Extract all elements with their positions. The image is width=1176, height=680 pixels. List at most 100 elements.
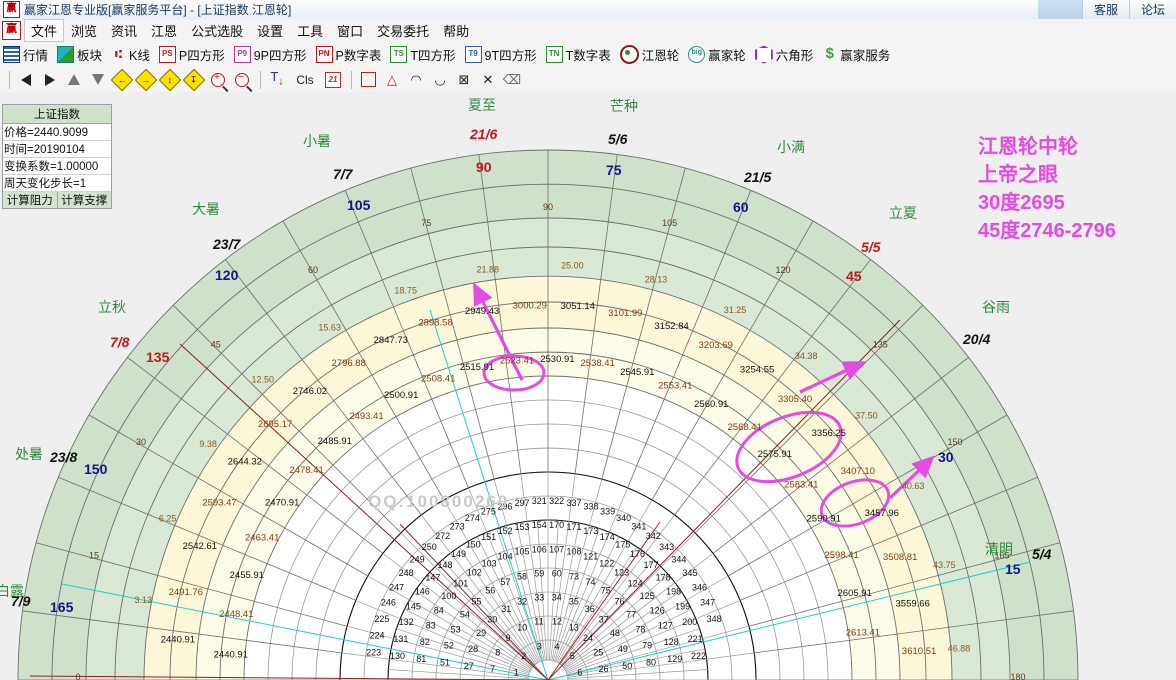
toolbar-button-quotes[interactable]: 行情	[3, 45, 48, 64]
menu-item-news[interactable]: 资讯	[104, 19, 144, 42]
toolbar-button-p-square[interactable]: PS P四方形	[158, 45, 225, 64]
svg-text:3254.55: 3254.55	[740, 364, 774, 375]
gann-wheel-chart[interactable]: 2440.91 2440.91 03 180180165165150150135…	[0, 92, 1176, 680]
toolbar-label-t-square: T四方形	[410, 49, 456, 63]
toolbar-button-sector[interactable]: 板块	[57, 45, 102, 64]
arc2-tool-icon[interactable]: ◡	[429, 70, 451, 90]
rectangle-tool-icon[interactable]	[357, 70, 379, 90]
toolbar-button-t-number-table[interactable]: TN T数字表	[545, 45, 611, 64]
titlebar-button-forum[interactable]: 论坛	[1128, 0, 1176, 19]
svg-text:30: 30	[487, 615, 497, 625]
crossbox-tool-icon[interactable]: ⊠	[453, 70, 475, 90]
calc-resistance-button[interactable]: 计算阻力	[3, 192, 58, 208]
expand-icon[interactable]: ↕	[158, 68, 182, 91]
svg-text:75: 75	[601, 586, 611, 596]
toolbar-button-hexagon[interactable]: 六角形	[754, 45, 813, 64]
blocks-icon	[57, 46, 75, 63]
term-date-lixia: 5/5	[861, 239, 881, 255]
svg-text:2613.41: 2613.41	[846, 628, 880, 639]
term-label-liqiu: 立秋	[98, 299, 126, 315]
term-degree-chushu: 150	[84, 461, 108, 477]
calendar-icon[interactable]: 21	[322, 70, 344, 90]
svg-text:340: 340	[616, 513, 631, 523]
term-date-liqiu: 7/8	[110, 334, 130, 350]
svg-text:55: 55	[471, 597, 481, 607]
svg-text:2455.91: 2455.91	[230, 570, 264, 581]
term-label-mangzhong: 芒种	[610, 98, 638, 114]
toolbar-label-9t-square: 9T四方形	[484, 49, 537, 63]
svg-text:3610.51: 3610.51	[902, 646, 936, 657]
svg-text:221: 221	[688, 634, 703, 644]
calc-support-button[interactable]: 计算支撑	[57, 192, 111, 208]
svg-text:176: 176	[630, 549, 645, 559]
svg-text:2491.76: 2491.76	[169, 587, 203, 598]
menu-item-formula-screen[interactable]: 公式选股	[184, 19, 250, 42]
svg-text:9: 9	[505, 633, 510, 643]
menu-item-trading[interactable]: 交易委托	[370, 19, 436, 42]
svg-text:100: 100	[441, 591, 456, 601]
svg-text:31: 31	[501, 604, 511, 614]
menu-item-settings[interactable]: 设置	[250, 19, 290, 42]
zoom-out-icon[interactable]: −	[231, 70, 253, 90]
menu-item-help[interactable]: 帮助	[436, 19, 476, 42]
triangle-tool-icon[interactable]: △	[381, 70, 403, 90]
svg-text:84: 84	[434, 605, 444, 615]
ps-tag-icon: PS	[158, 46, 176, 63]
next-icon[interactable]	[39, 70, 61, 90]
shift-right-icon[interactable]: →	[134, 68, 158, 91]
zoom-in-icon[interactable]: +	[207, 70, 229, 90]
toolbar-label-t-number-table: T数字表	[565, 49, 611, 63]
svg-text:170: 170	[549, 520, 564, 530]
svg-text:274: 274	[465, 513, 480, 523]
svg-text:51: 51	[440, 658, 450, 668]
svg-text:18.75: 18.75	[394, 285, 417, 295]
scale-icon[interactable]: T↓	[266, 70, 288, 90]
toolbar-button-kline[interactable]: ⑆ K线	[111, 45, 150, 64]
crosshair-tool-icon[interactable]: ✕	[477, 70, 499, 90]
menu-item-browse[interactable]: 浏览	[64, 19, 104, 42]
term-date-guyu: 20/4	[963, 331, 991, 347]
toolbar-button-winner-service[interactable]: $ 赢家服务	[822, 45, 891, 64]
watermark-qq: QQ:100800260	[368, 492, 510, 511]
svg-text:74: 74	[585, 577, 595, 587]
toolbar-button-9p-square[interactable]: P9 9P四方形	[233, 45, 307, 64]
eraser-tool-icon[interactable]: ⌫	[501, 70, 523, 90]
menu-item-window[interactable]: 窗口	[330, 19, 370, 42]
info-panel-buttons: 计算阻力 计算支撑	[3, 192, 111, 208]
svg-text:82: 82	[420, 637, 430, 647]
toolbar-button-gann-wheel[interactable]: 江恩轮	[619, 45, 679, 64]
menu-item-file[interactable]: 文件	[24, 19, 65, 42]
toolbar-button-t-square[interactable]: TS T四方形	[390, 45, 456, 64]
svg-text:2560.91: 2560.91	[694, 399, 728, 410]
svg-text:43.75: 43.75	[933, 560, 956, 570]
toolbar-button-p-number-table[interactable]: PN P数字表	[315, 45, 381, 64]
collapse-icon[interactable]: ↧	[182, 68, 206, 91]
toolbar-button-9t-square[interactable]: T9 9T四方形	[464, 45, 537, 64]
svg-text:248: 248	[399, 568, 414, 578]
svg-text:27: 27	[464, 661, 474, 671]
svg-text:223: 223	[366, 648, 381, 658]
titlebar-button-service[interactable]: 客服	[1081, 0, 1129, 19]
svg-text:2478.41: 2478.41	[289, 465, 323, 476]
svg-text:347: 347	[700, 598, 715, 608]
svg-text:322: 322	[549, 496, 564, 506]
up-icon[interactable]	[63, 70, 85, 90]
term-label-xiaoshu: 小暑	[303, 133, 331, 149]
down-icon[interactable]	[87, 70, 109, 90]
prev-icon[interactable]	[15, 70, 37, 90]
svg-text:7: 7	[490, 664, 495, 674]
ts-tag-icon: TS	[390, 46, 408, 63]
svg-text:49: 49	[618, 644, 628, 654]
menu-item-tools[interactable]: 工具	[290, 19, 330, 42]
toolbar-button-winner-wheel[interactable]: big 赢家轮	[688, 45, 746, 64]
svg-text:171: 171	[566, 522, 581, 532]
shift-left-icon[interactable]: ←	[110, 68, 134, 91]
toolbar-separator-3	[351, 70, 352, 89]
arc-tool-icon[interactable]: ◠	[405, 70, 427, 90]
info-row-coefficient: 变换系数=1.00000	[3, 158, 111, 175]
svg-text:121: 121	[583, 551, 598, 561]
svg-text:54: 54	[460, 610, 470, 620]
menu-item-gann[interactable]: 江恩	[144, 19, 184, 42]
pn-tag-icon: PN	[315, 46, 333, 63]
cls-button[interactable]: Cls	[290, 70, 320, 90]
